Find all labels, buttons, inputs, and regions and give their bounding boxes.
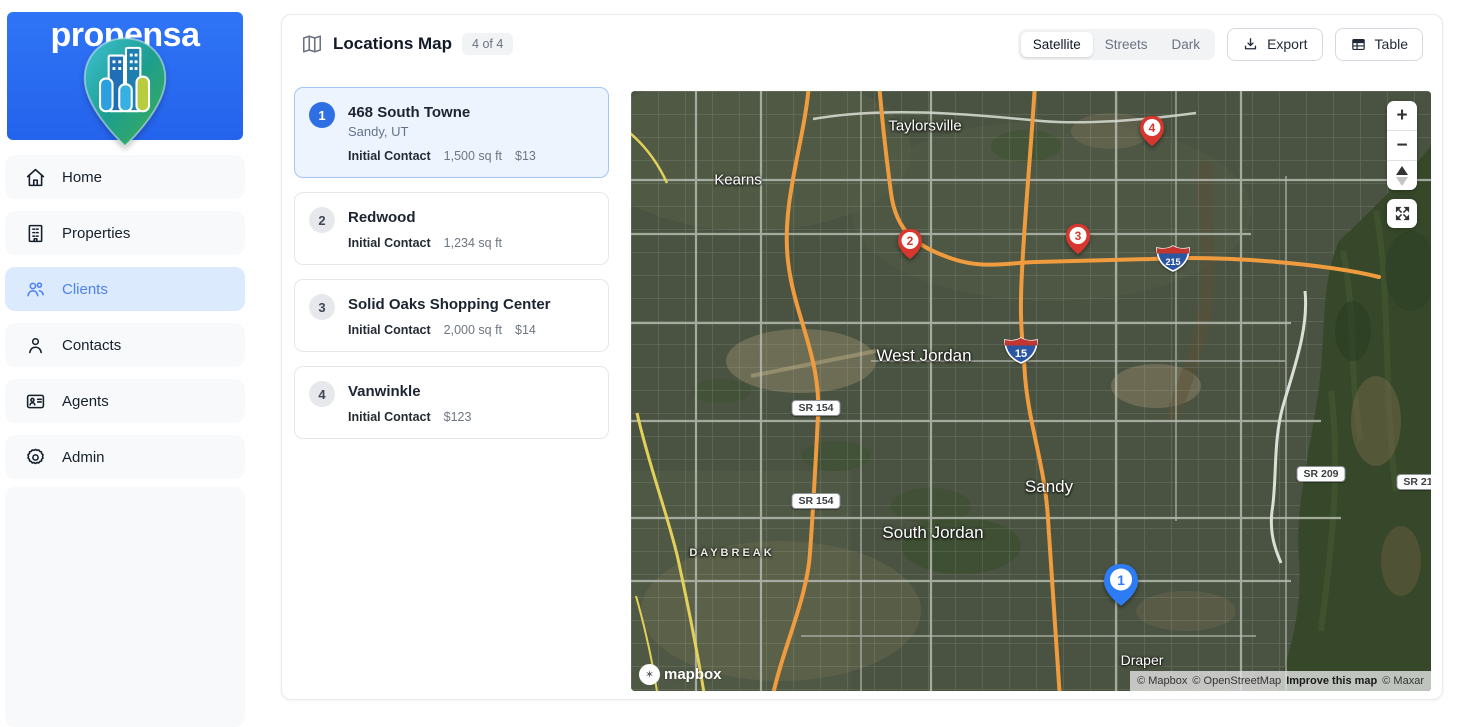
map-marker-3[interactable]: 3 bbox=[1065, 223, 1091, 255]
location-city: Sandy, UT bbox=[348, 124, 536, 139]
zoom-in-button[interactable]: + bbox=[1387, 101, 1417, 130]
fullscreen-button[interactable] bbox=[1387, 199, 1417, 228]
city-label-draper: Draper bbox=[1121, 652, 1164, 668]
location-stage: Initial Contact bbox=[348, 236, 431, 250]
city-label-kearns: Kearns bbox=[714, 172, 762, 189]
location-price: $14 bbox=[515, 323, 536, 337]
location-number-badge: 2 bbox=[309, 207, 335, 233]
page-title: Locations Map bbox=[333, 34, 452, 54]
zoom-out-button[interactable]: − bbox=[1387, 131, 1417, 160]
sidebar-empty-panel bbox=[5, 487, 245, 727]
city-label-sandy: Sandy bbox=[1025, 477, 1073, 497]
map-icon bbox=[301, 33, 323, 55]
road-badge: SR 209 bbox=[1296, 466, 1345, 482]
location-card-3[interactable]: 3 Solid Oaks Shopping Center Initial Cont… bbox=[294, 279, 609, 352]
attribution-link[interactable]: Improve this map bbox=[1286, 675, 1377, 687]
app-logo: propensa bbox=[7, 12, 243, 140]
map-style-streets[interactable]: Streets bbox=[1093, 32, 1160, 57]
location-sqft: 2,000 sq ft bbox=[444, 323, 502, 337]
download-icon bbox=[1242, 36, 1259, 53]
city-label-west-jordan: West Jordan bbox=[876, 346, 971, 366]
location-stage: Initial Contact bbox=[348, 149, 431, 163]
map-marker-1[interactable]: 1 bbox=[1103, 563, 1139, 607]
sidebar-item-home[interactable]: Home bbox=[5, 155, 245, 199]
location-stage: Initial Contact bbox=[348, 323, 431, 337]
compass-button[interactable] bbox=[1387, 161, 1417, 190]
attribution-link[interactable]: © Mapbox bbox=[1137, 675, 1187, 687]
sidebar-item-admin[interactable]: Admin bbox=[5, 435, 245, 479]
road-badge: SR 154 bbox=[791, 400, 840, 416]
city-label-taylorsville: Taylorsville bbox=[888, 118, 961, 135]
sidebar-item-agents[interactable]: Agents bbox=[5, 379, 245, 423]
sidebar-nav: Home Properties Clients Contacts Agents … bbox=[5, 155, 245, 479]
location-name: Solid Oaks Shopping Center bbox=[348, 293, 551, 313]
export-button[interactable]: Export bbox=[1227, 28, 1322, 61]
person-icon bbox=[25, 334, 47, 356]
compass-icon bbox=[1396, 166, 1408, 186]
attribution-link[interactable]: © OpenStreetMap bbox=[1192, 675, 1281, 687]
mapbox-mark-icon: ✶ bbox=[639, 664, 660, 685]
location-sqft: 1,500 sq ft bbox=[444, 149, 502, 163]
city-label-daybreak: DAYBREAK bbox=[689, 547, 774, 559]
location-sqft: 1,234 sq ft bbox=[444, 236, 502, 250]
location-card-1[interactable]: 1 468 South Towne Sandy, UT Initial Contac… bbox=[294, 87, 609, 178]
locations-map-panel: Locations Map 4 of 4 SatelliteStreetsDar… bbox=[281, 14, 1443, 700]
attribution-link[interactable]: © Maxar bbox=[1382, 675, 1424, 687]
sidebar: propensa Home Properties bbox=[0, 0, 250, 718]
map-zoom-controls: + − bbox=[1387, 101, 1417, 190]
panel-header: Locations Map 4 of 4 SatelliteStreetsDar… bbox=[282, 15, 1442, 73]
location-price: $13 bbox=[515, 149, 536, 163]
table-button[interactable]: Table bbox=[1335, 28, 1423, 61]
sidebar-item-properties[interactable]: Properties bbox=[5, 211, 245, 255]
location-price: $123 bbox=[444, 410, 472, 424]
location-name: 468 South Towne bbox=[348, 101, 536, 121]
map-style-toggle: SatelliteStreetsDark bbox=[1018, 29, 1215, 60]
logo-pin-icon bbox=[77, 32, 173, 154]
mapbox-logo[interactable]: ✶ mapbox bbox=[639, 664, 722, 685]
map-style-satellite[interactable]: Satellite bbox=[1021, 32, 1093, 57]
svg-text:15: 15 bbox=[1015, 348, 1027, 360]
gear-icon bbox=[25, 446, 47, 468]
location-number-badge: 4 bbox=[309, 381, 335, 407]
home-icon bbox=[25, 166, 47, 188]
location-list: 1 468 South Towne Sandy, UT Initial Contac… bbox=[294, 87, 609, 453]
location-card-2[interactable]: 2 Redwood Initial Contact 1,234 sq ft bbox=[294, 192, 609, 265]
table-icon bbox=[1350, 36, 1367, 53]
road-badge: SR 21 bbox=[1396, 474, 1431, 490]
location-stage: Initial Contact bbox=[348, 410, 431, 424]
map-style-dark[interactable]: Dark bbox=[1160, 32, 1213, 57]
fullscreen-icon bbox=[1394, 205, 1411, 222]
map-attribution: © Mapbox © OpenStreetMap Improve this map ©… bbox=[1130, 671, 1431, 691]
location-card-4[interactable]: 4 Vanwinkle Initial Contact $123 bbox=[294, 366, 609, 439]
location-name: Vanwinkle bbox=[348, 380, 471, 400]
building-icon bbox=[25, 222, 47, 244]
sidebar-item-contacts[interactable]: Contacts bbox=[5, 323, 245, 367]
sidebar-item-clients[interactable]: Clients bbox=[5, 267, 245, 311]
svg-text:215: 215 bbox=[1165, 257, 1180, 267]
road-badge: SR 154 bbox=[791, 493, 840, 509]
users-icon bbox=[25, 278, 47, 300]
interstate-shield-icon: 215 bbox=[1155, 245, 1191, 278]
count-badge: 4 of 4 bbox=[462, 33, 513, 55]
map-marker-2[interactable]: 2 bbox=[897, 228, 923, 260]
id-card-icon bbox=[25, 390, 47, 412]
interstate-shield-icon: 15 bbox=[1003, 337, 1039, 370]
city-label-south-jordan: South Jordan bbox=[882, 523, 983, 543]
location-number-badge: 3 bbox=[309, 294, 335, 320]
map-container: Taylorsville Kearns West Jordan Sandy South … bbox=[631, 91, 1431, 691]
location-name: Redwood bbox=[348, 206, 502, 226]
location-number-badge: 1 bbox=[309, 102, 335, 128]
map-marker-4[interactable]: 4 bbox=[1139, 115, 1165, 147]
